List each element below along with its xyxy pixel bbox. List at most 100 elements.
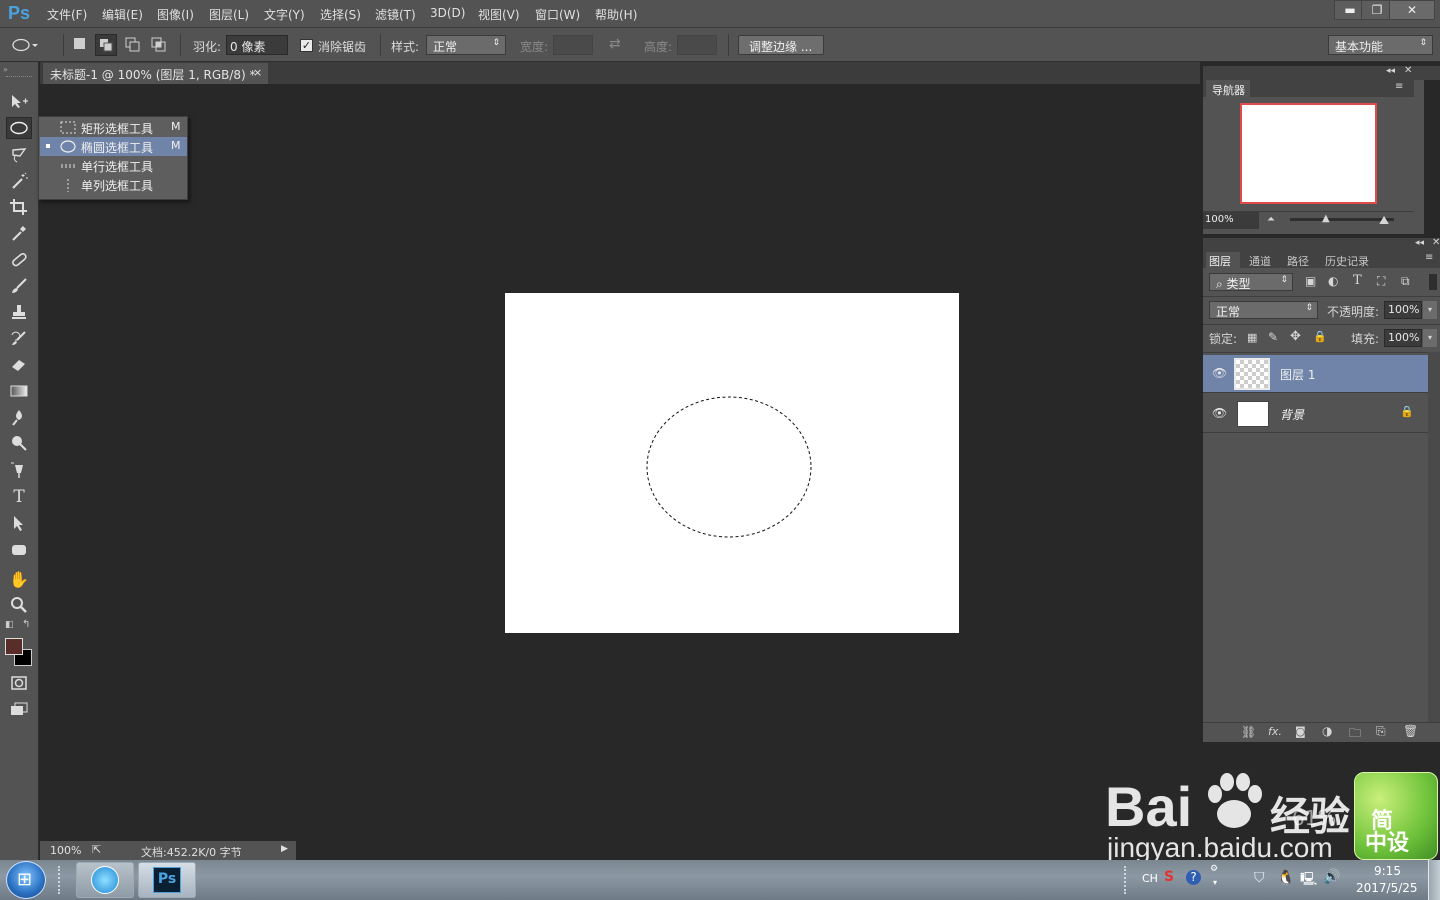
fill-input[interactable]: 100% (1384, 329, 1422, 347)
smart-object-filter-icon[interactable]: ⧉ (1401, 274, 1410, 289)
pen-tool-icon[interactable] (6, 459, 32, 481)
new-selection-icon[interactable] (74, 38, 85, 49)
clock-date[interactable]: 2017/5/25 (1356, 881, 1418, 895)
qq-icon[interactable]: 🐧 (1277, 870, 1294, 886)
menu-window[interactable]: 窗口(W) (535, 6, 580, 23)
fill-dropdown-icon[interactable]: ▾ (1423, 329, 1437, 347)
rectangle-tool-icon[interactable] (6, 539, 32, 561)
link-layers-icon[interactable]: ⛓ (1241, 725, 1256, 739)
blur-tool-icon[interactable] (6, 406, 32, 428)
healing-brush-tool-icon[interactable] (6, 249, 32, 271)
lock-transparent-icon[interactable]: ▦ (1247, 331, 1257, 344)
help-icon[interactable]: ? (1186, 870, 1201, 885)
ime-arrow-icon[interactable]: ▾ (1213, 878, 1217, 887)
clone-stamp-tool-icon[interactable] (6, 301, 32, 323)
refine-edge-button[interactable]: 调整边缘 ... (738, 35, 824, 55)
path-selection-tool-icon[interactable] (6, 512, 32, 534)
zoom-slider-thumb[interactable]: ▲ (1322, 213, 1330, 224)
brush-tool-icon[interactable] (6, 275, 32, 297)
height-input[interactable] (677, 35, 717, 55)
elliptical-marquee-tool-icon[interactable] (6, 117, 32, 139)
magic-wand-tool-icon[interactable] (6, 170, 32, 192)
layer-row[interactable]: 👁 图层 1 (1203, 355, 1428, 393)
menu-help[interactable]: 帮助(H) (595, 6, 637, 23)
foreground-color-swatch[interactable] (5, 638, 23, 655)
ime-indicator[interactable]: CH (1142, 872, 1158, 885)
layer-name[interactable]: 图层 1 (1280, 366, 1315, 383)
ime-options-icon[interactable]: ⚙ (1210, 864, 1218, 874)
visibility-eye-icon[interactable]: 👁 (1212, 366, 1227, 380)
close-button[interactable]: ✕ (1389, 0, 1435, 20)
status-menu-arrow-icon[interactable]: ▶ (281, 844, 288, 854)
screen-mode-icon[interactable] (6, 698, 32, 720)
dodge-tool-icon[interactable] (6, 432, 32, 454)
collapse-panel-icon[interactable]: ◂◂ (1386, 66, 1395, 76)
taskbar-app-browser[interactable] (76, 862, 134, 898)
security-shield-icon[interactable]: ⛉ (1254, 870, 1265, 886)
style-select[interactable]: 正常 ⇕ (426, 35, 506, 55)
lock-all-icon[interactable]: 🔒 (1313, 330, 1327, 343)
crop-tool-icon[interactable] (6, 196, 32, 218)
zoom-in-icon[interactable]: ⛰ (1379, 213, 1389, 228)
network-icon[interactable]: 🖳 (1300, 870, 1317, 892)
zoom-tool-icon[interactable] (6, 594, 32, 616)
layer-style-fx-icon[interactable]: fx. (1268, 725, 1282, 738)
flyout-item-rectangular-marquee[interactable]: 矩形选框工具 M (40, 118, 187, 137)
start-button[interactable]: ⊞ (6, 861, 46, 899)
tab-close-icon[interactable]: × (253, 66, 262, 79)
tab-channels[interactable]: 通道 (1249, 253, 1271, 269)
menu-type[interactable]: 文字(Y) (264, 6, 305, 23)
opacity-input[interactable]: 100% (1384, 301, 1422, 319)
document-canvas[interactable] (505, 293, 959, 633)
type-tool-icon[interactable]: T (6, 486, 32, 508)
layer-name[interactable]: 背景 (1280, 406, 1304, 423)
flyout-item-single-row-marquee[interactable]: 单行选框工具 (40, 156, 187, 175)
swap-colors-icon[interactable]: ↰ (22, 619, 30, 630)
tool-preset-picker[interactable] (10, 36, 38, 54)
blend-mode-select[interactable]: 正常 ⇕ (1209, 301, 1318, 319)
new-adjustment-layer-icon[interactable]: ◑ (1322, 724, 1332, 738)
menu-image[interactable]: 图像(I) (157, 6, 194, 23)
sogou-ime-icon[interactable]: S (1164, 869, 1174, 885)
lock-image-icon[interactable]: ✎ (1268, 330, 1278, 344)
panel-menu-icon[interactable]: ≡ (1395, 81, 1403, 92)
export-icon[interactable]: ⇱ (92, 843, 101, 856)
layer-filter-select[interactable]: ⌕ 类型 ⇕ (1209, 273, 1293, 291)
layer-row[interactable]: 👁 背景 🔒 (1203, 394, 1428, 433)
navigator-zoom-input[interactable]: 100% (1203, 212, 1259, 229)
menu-3d[interactable]: 3D(D) (430, 6, 465, 20)
collapse-panel-icon[interactable]: ◂◂ (1415, 238, 1424, 248)
status-zoom[interactable]: 100% (50, 844, 81, 857)
lock-position-icon[interactable]: ✥ (1290, 329, 1301, 344)
tab-history[interactable]: 历史记录 (1325, 253, 1369, 269)
menu-select[interactable]: 选择(S) (320, 6, 361, 23)
navigator-tab[interactable]: 导航器 (1206, 80, 1250, 97)
quick-mask-icon[interactable] (6, 672, 32, 694)
lasso-tool-icon[interactable] (6, 144, 32, 166)
opacity-dropdown-icon[interactable]: ▾ (1423, 301, 1437, 319)
flyout-item-single-column-marquee[interactable]: 单列选框工具 (40, 175, 187, 194)
flyout-item-elliptical-marquee[interactable]: 椭圆选框工具 M (40, 137, 187, 156)
show-desktop-button[interactable] (1428, 860, 1440, 900)
tab-layers[interactable]: 图层 (1206, 252, 1240, 268)
add-mask-icon[interactable]: ◙ (1295, 725, 1306, 738)
new-layer-icon[interactable]: ⎘ (1376, 724, 1386, 739)
volume-icon[interactable]: 🔊 (1323, 869, 1340, 885)
move-tool-icon[interactable] (6, 90, 32, 112)
add-to-selection-button[interactable] (95, 34, 117, 56)
swap-dimensions-icon[interactable]: ⇄ (609, 36, 621, 52)
subtract-selection-button[interactable] (124, 36, 142, 57)
pixel-layer-filter-icon[interactable]: ▣ (1305, 274, 1316, 288)
menu-file[interactable]: 文件(F) (47, 6, 87, 23)
document-tab[interactable]: 未标题-1 @ 100% (图层 1, RGB/8) * × (43, 63, 268, 84)
visibility-eye-icon[interactable]: 👁 (1212, 406, 1227, 420)
intersect-selection-button[interactable] (150, 36, 168, 57)
taskbar-app-photoshop[interactable]: Ps (138, 862, 196, 898)
menu-edit[interactable]: 编辑(E) (102, 6, 143, 23)
adjustment-layer-filter-icon[interactable]: ◐ (1328, 274, 1338, 288)
new-group-icon[interactable]: 🗀 (1349, 724, 1361, 745)
layers-scrollbar[interactable] (1428, 352, 1440, 722)
delete-layer-icon[interactable]: 🗑 (1403, 724, 1418, 738)
menu-layer[interactable]: 图层(L) (209, 6, 249, 23)
width-input[interactable] (553, 35, 593, 55)
